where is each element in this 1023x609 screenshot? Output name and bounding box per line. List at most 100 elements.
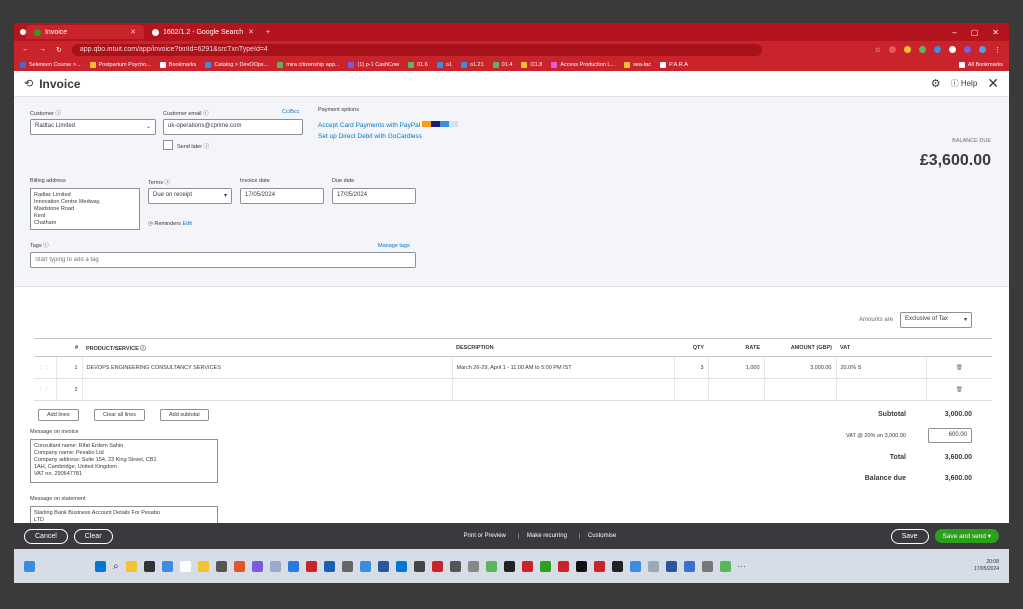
bookmark-item[interactable]: O1.8 bbox=[521, 61, 542, 68]
trash-icon[interactable]: 🗑 bbox=[925, 378, 992, 401]
invoice-date-field[interactable]: 17/05/2024 bbox=[240, 188, 324, 204]
app-icon[interactable] bbox=[593, 560, 605, 572]
app-icon[interactable] bbox=[395, 560, 407, 572]
app-icon[interactable] bbox=[251, 560, 263, 572]
bookmark-item[interactable]: mira citizenship app... bbox=[277, 61, 339, 68]
qty-cell[interactable] bbox=[673, 378, 708, 401]
extension-icon[interactable] bbox=[904, 45, 911, 53]
product-cell[interactable] bbox=[81, 378, 452, 401]
table-row[interactable]: ⋮⋮ 1 DEVOPS ENGINEERING CONSULTANCY SERV… bbox=[34, 356, 992, 379]
app-icon[interactable] bbox=[233, 560, 245, 572]
vat-cell[interactable] bbox=[835, 378, 926, 401]
more-icon[interactable]: ··· bbox=[738, 562, 746, 571]
app-icon[interactable] bbox=[215, 560, 227, 572]
settings-icon[interactable]: ⚙ bbox=[931, 77, 941, 90]
app-icon[interactable] bbox=[647, 560, 659, 572]
save-and-send-button[interactable]: Save and send ▾ bbox=[934, 529, 999, 543]
chevron-down-icon[interactable]: ▾ bbox=[988, 533, 991, 540]
more-icon[interactable]: ⋮ bbox=[994, 46, 1001, 54]
manage-tags-link[interactable]: Manage tags bbox=[378, 243, 410, 249]
customer-select[interactable]: Radtac Limited ⌄ bbox=[30, 119, 156, 135]
bookmark-item[interactable]: sea-tac bbox=[624, 61, 651, 68]
star-icon[interactable]: ☆ bbox=[875, 46, 881, 54]
bookmark-item[interactable]: Bookmarks bbox=[159, 61, 196, 68]
trash-icon[interactable]: 🗑 bbox=[925, 356, 992, 379]
bookmark-item[interactable]: 01.6 bbox=[408, 61, 428, 68]
amount-cell[interactable] bbox=[763, 378, 836, 401]
billing-address-field[interactable]: Radtac Limited Innovation Centre Medway,… bbox=[30, 188, 140, 230]
app-icon[interactable] bbox=[467, 560, 479, 572]
close-icon[interactable]: ✕ bbox=[987, 75, 999, 92]
app-icon[interactable] bbox=[629, 560, 641, 572]
reload-icon[interactable]: ↻ bbox=[56, 46, 62, 54]
vat-cell[interactable]: 20.0% S bbox=[835, 356, 926, 379]
minimize-icon[interactable]: – bbox=[952, 28, 956, 37]
start-icon[interactable] bbox=[95, 560, 106, 572]
app-icon[interactable] bbox=[179, 560, 191, 572]
tags-input[interactable] bbox=[30, 252, 416, 268]
customise-link[interactable]: Customise bbox=[578, 533, 616, 539]
cancel-button[interactable]: Cancel bbox=[24, 528, 68, 544]
profile-icon[interactable] bbox=[979, 45, 986, 53]
vat-field[interactable]: 600.00 bbox=[928, 428, 972, 443]
app-icon[interactable] bbox=[323, 560, 335, 572]
app-icon[interactable] bbox=[539, 560, 551, 572]
bookmark-item[interactable]: Postpartum Psycho... bbox=[89, 61, 151, 68]
extension-icon[interactable] bbox=[934, 45, 941, 53]
table-row[interactable]: ⋮⋮ 2 🗑 bbox=[34, 378, 992, 401]
app-icon[interactable] bbox=[143, 560, 155, 572]
bookmark-item[interactable]: Selenium Course >... bbox=[20, 61, 81, 68]
url-field[interactable]: app.qbo.intuit.com/app/invoice?txnId=629… bbox=[71, 43, 762, 56]
app-icon[interactable] bbox=[431, 560, 443, 572]
close-icon[interactable]: ✕ bbox=[248, 28, 254, 36]
new-tab-icon[interactable]: + bbox=[266, 29, 270, 36]
tab-invoice[interactable]: Invoice ✕ bbox=[26, 25, 144, 39]
back-icon[interactable]: ← bbox=[22, 46, 29, 53]
app-icon[interactable] bbox=[701, 560, 713, 572]
rate-cell[interactable] bbox=[707, 378, 764, 401]
app-icon[interactable] bbox=[665, 560, 677, 572]
app-icon[interactable] bbox=[611, 560, 623, 572]
ccbcc-link[interactable]: Cc/Bcc bbox=[282, 109, 299, 115]
maximize-icon[interactable]: ▢ bbox=[971, 28, 979, 37]
clear-button[interactable]: Clear bbox=[73, 528, 113, 544]
description-cell[interactable] bbox=[451, 378, 674, 401]
send-later-checkbox[interactable] bbox=[163, 140, 173, 150]
print-preview-link[interactable]: Print or Preview bbox=[464, 533, 506, 539]
app-icon[interactable] bbox=[503, 560, 515, 572]
app-icon[interactable] bbox=[377, 560, 389, 572]
qty-cell[interactable]: 3 bbox=[673, 356, 708, 379]
bookmark-item[interactable]: Access Production L... bbox=[551, 61, 615, 68]
search-icon[interactable]: ⌕ bbox=[113, 561, 119, 572]
app-icon[interactable] bbox=[485, 560, 497, 572]
due-date-field[interactable]: 17/05/2024 bbox=[332, 188, 416, 204]
app-icon[interactable] bbox=[359, 560, 371, 572]
drag-handle-icon[interactable]: ⋮⋮ bbox=[34, 378, 56, 401]
clock[interactable]: 20:08 17/05/2024 bbox=[974, 559, 999, 573]
paypal-link[interactable]: Accept Card Payments with PayPal bbox=[318, 121, 459, 129]
amount-cell[interactable]: 3,000.00 bbox=[763, 356, 836, 379]
app-icon[interactable] bbox=[521, 560, 533, 572]
message-on-invoice-field[interactable]: Consultant name: Rifat Erdem Sahin Compa… bbox=[30, 439, 218, 483]
app-icon[interactable] bbox=[575, 560, 587, 572]
history-icon[interactable]: ⟲ bbox=[24, 77, 33, 90]
close-icon[interactable]: ✕ bbox=[130, 28, 136, 36]
file-explorer-icon[interactable] bbox=[197, 560, 209, 572]
rate-cell[interactable]: 1,000 bbox=[707, 356, 764, 379]
bookmark-item[interactable]: 01.4 bbox=[492, 61, 512, 68]
reminders-edit-link[interactable]: Edit bbox=[182, 221, 191, 227]
app-icon[interactable] bbox=[557, 560, 569, 572]
make-recurring-link[interactable]: Make recurring bbox=[517, 533, 567, 539]
bookmark-item[interactable]: o1.21 bbox=[460, 61, 484, 68]
extension-icon[interactable] bbox=[949, 45, 956, 53]
extension-icon[interactable] bbox=[964, 45, 971, 53]
chrome-icon[interactable] bbox=[719, 560, 731, 572]
extension-icon[interactable] bbox=[889, 45, 896, 53]
forward-icon[interactable]: → bbox=[39, 46, 46, 53]
bookmark-item[interactable]: All Bookmarks bbox=[958, 61, 1003, 68]
widgets-icon[interactable] bbox=[24, 560, 35, 572]
add-subtotal-button[interactable]: Add subtotal bbox=[160, 409, 209, 421]
add-lines-button[interactable]: Add lines bbox=[38, 409, 79, 421]
extension-icon[interactable] bbox=[919, 45, 926, 53]
app-icon[interactable] bbox=[287, 560, 299, 572]
